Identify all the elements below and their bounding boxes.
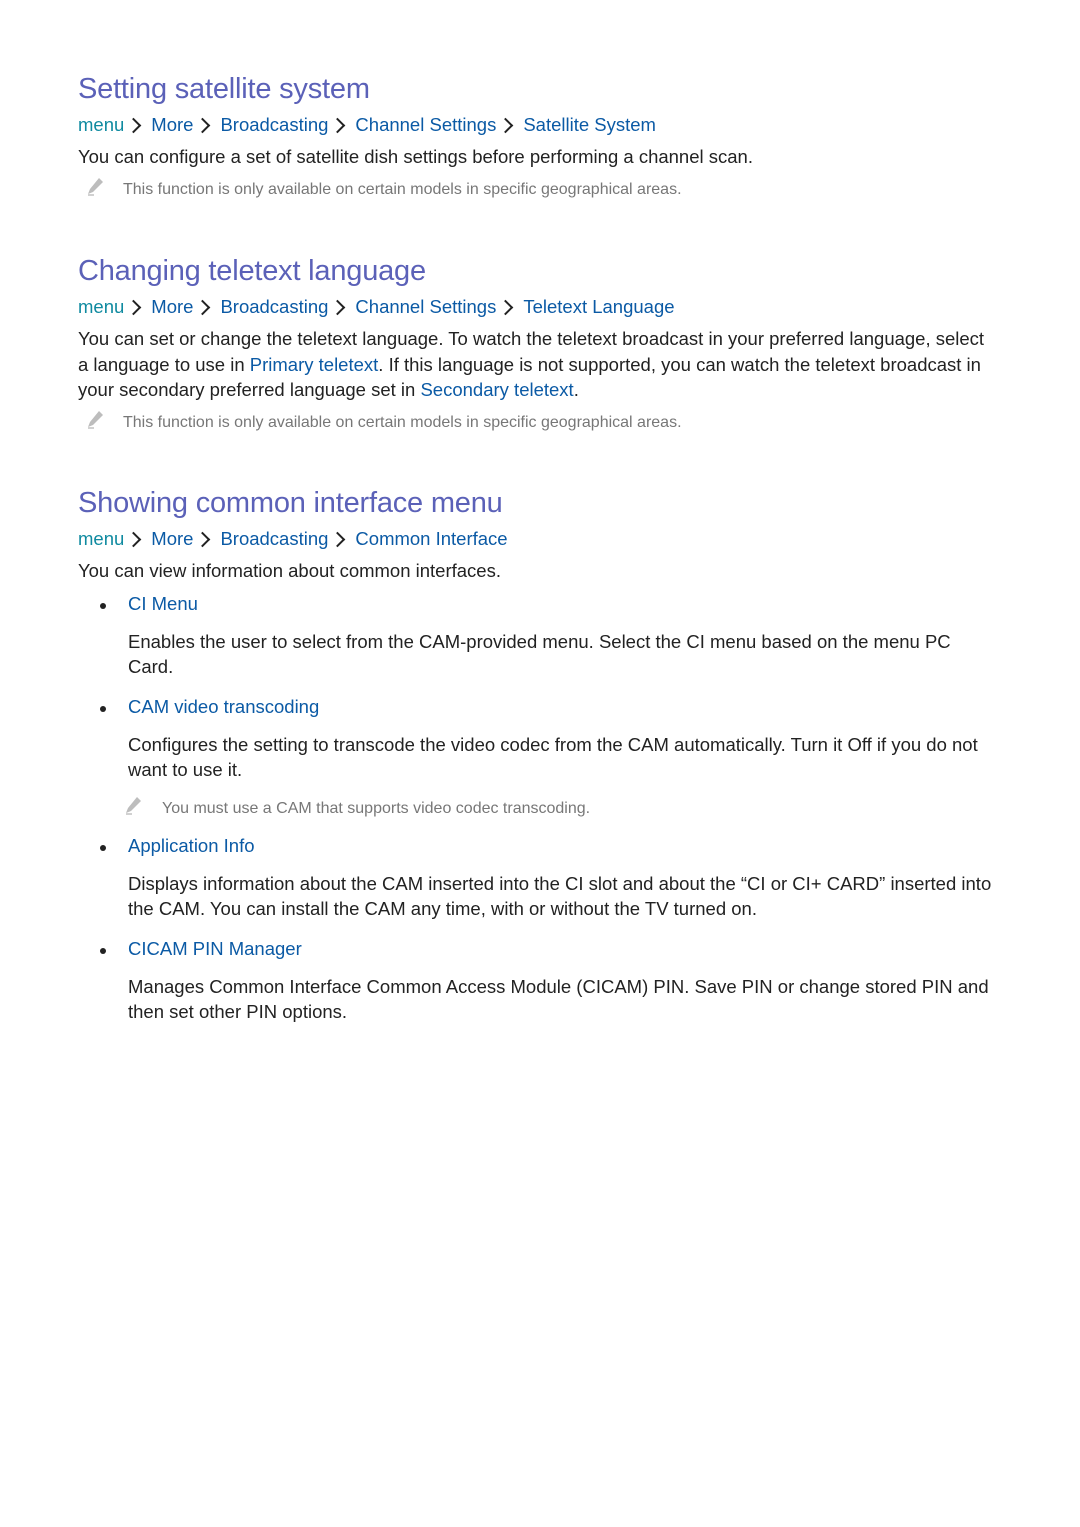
bullet-icon: [100, 602, 106, 609]
list-item-cicam-pin-manager: CICAM PIN Manager Manages Common Interfa…: [78, 937, 998, 1025]
breadcrumb-channel-settings[interactable]: Channel Settings: [355, 114, 496, 135]
chevron-right-icon: [126, 299, 142, 315]
chevron-right-icon: [126, 531, 142, 547]
note-text: This function is only available on certa…: [123, 180, 682, 198]
breadcrumb-menu[interactable]: menu: [78, 296, 124, 317]
breadcrumb-broadcasting[interactable]: Broadcasting: [220, 296, 328, 317]
secondary-teletext-link[interactable]: Secondary teletext: [420, 379, 573, 400]
option-title[interactable]: Application Info: [128, 834, 998, 858]
section-body: You can configure a set of satellite dis…: [78, 146, 753, 167]
primary-teletext-link[interactable]: Primary teletext: [250, 354, 379, 375]
note-text: You must use a CAM that supports video c…: [162, 799, 591, 817]
breadcrumb-broadcasting[interactable]: Broadcasting: [220, 528, 328, 549]
body-text: .: [573, 379, 579, 400]
option-description: Manages Common Interface Common Access M…: [128, 975, 989, 1023]
section-common-interface: Showing common interface menu menu More Br…: [78, 486, 998, 1025]
chevron-right-icon: [195, 117, 211, 133]
breadcrumb-menu[interactable]: menu: [78, 114, 124, 135]
section-teletext-language: Changing teletext language menu More Broad…: [78, 254, 998, 434]
breadcrumb-more[interactable]: More: [151, 114, 193, 135]
section-body: You can set or change the teletext langu…: [78, 326, 998, 403]
note-text: This function is only available on certa…: [123, 413, 682, 431]
option-title[interactable]: CICAM PIN Manager: [128, 937, 998, 961]
chevron-right-icon: [498, 117, 514, 133]
chevron-right-icon: [330, 117, 346, 133]
breadcrumb-more[interactable]: More: [151, 296, 193, 317]
breadcrumb: menu More Broadcasting Common Interface: [78, 527, 998, 551]
breadcrumb-channel-settings[interactable]: Channel Settings: [355, 296, 496, 317]
option-description: Enables the user to select from the CAM-…: [128, 630, 951, 678]
option-title[interactable]: CI Menu: [128, 592, 998, 616]
bullet-icon: [100, 844, 106, 851]
note: You must use a CAM that supports video c…: [126, 796, 998, 820]
breadcrumb-more[interactable]: More: [151, 528, 193, 549]
bullet-icon: [100, 705, 106, 712]
breadcrumb-teletext-language[interactable]: Teletext Language: [523, 296, 674, 317]
pencil-icon: [126, 796, 141, 815]
chevron-right-icon: [330, 531, 346, 547]
chevron-right-icon: [498, 299, 514, 315]
breadcrumb-broadcasting[interactable]: Broadcasting: [220, 114, 328, 135]
section-title: Setting satellite system: [78, 73, 370, 105]
option-description: Configures the setting to transcode the …: [128, 733, 978, 781]
list-item-ci-menu: CI Menu Enables the user to select from …: [78, 592, 998, 680]
chevron-right-icon: [126, 117, 142, 133]
list-item-cam-video-transcoding: CAM video transcoding Configures the set…: [78, 695, 998, 820]
section-body: You can view information about common in…: [78, 560, 501, 581]
option-list: CI Menu Enables the user to select from …: [78, 592, 998, 1025]
note: This function is only available on certa…: [78, 410, 998, 434]
list-item-application-info: Application Info Displays information ab…: [78, 834, 998, 922]
breadcrumb-menu[interactable]: menu: [78, 528, 124, 549]
section-title: Showing common interface menu: [78, 487, 503, 519]
breadcrumb-satellite-system[interactable]: Satellite System: [523, 114, 656, 135]
bullet-icon: [100, 947, 106, 954]
breadcrumb-common-interface[interactable]: Common Interface: [355, 528, 507, 549]
chevron-right-icon: [330, 299, 346, 315]
option-description: Displays information about the CAM inser…: [128, 872, 992, 920]
option-title[interactable]: CAM video transcoding: [128, 695, 998, 719]
chevron-right-icon: [195, 299, 211, 315]
note: This function is only available on certa…: [78, 177, 998, 201]
pencil-icon: [88, 410, 103, 429]
breadcrumb: menu More Broadcasting Channel Settings Tele…: [78, 295, 998, 319]
breadcrumb: menu More Broadcasting Channel Settings Sate…: [78, 113, 998, 137]
pencil-icon: [88, 177, 103, 196]
section-satellite-system: Setting satellite system menu More Broadca…: [78, 72, 998, 201]
chevron-right-icon: [195, 531, 211, 547]
section-title: Changing teletext language: [78, 255, 426, 287]
